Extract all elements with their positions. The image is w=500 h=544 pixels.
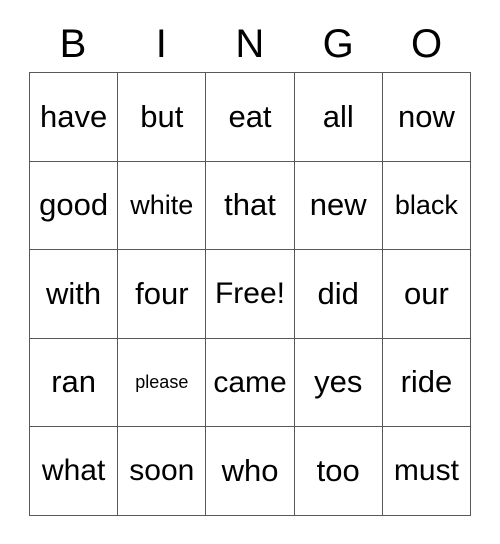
bingo-cell-label: with: [46, 275, 102, 311]
bingo-cell[interactable]: four: [118, 250, 207, 339]
bingo-cell[interactable]: with: [30, 250, 119, 339]
bingo-row: have but eat all now: [30, 73, 472, 162]
bingo-cell-label: please: [135, 372, 189, 393]
bingo-cell[interactable]: new: [294, 161, 383, 251]
bingo-cell-label: must: [393, 454, 459, 488]
bingo-cell[interactable]: have: [30, 73, 119, 162]
bingo-cell[interactable]: did: [294, 250, 383, 339]
bingo-cell[interactable]: that: [206, 161, 295, 251]
bingo-cell-label: now: [397, 98, 455, 134]
bingo-free-space-label: Free!: [214, 277, 286, 311]
bingo-row: good white that new black: [30, 161, 472, 251]
bingo-cell[interactable]: ran: [30, 338, 119, 428]
bingo-cell[interactable]: ride: [382, 338, 472, 428]
bingo-header-letter-o: O: [411, 22, 443, 66]
bingo-cell-label: soon: [129, 454, 195, 488]
bingo-row: what soon who too must: [30, 427, 472, 516]
bingo-grid: have but eat all now good white that new…: [29, 72, 472, 516]
bingo-cell-label: four: [135, 275, 189, 311]
bingo-cell-label: ride: [400, 364, 453, 400]
bingo-cell-label: who: [221, 452, 279, 488]
bingo-cell-label: eat: [228, 98, 272, 134]
bingo-cell-label: our: [404, 275, 449, 311]
bingo-row: with four Free! did our: [30, 250, 472, 339]
bingo-cell[interactable]: eat: [206, 73, 295, 162]
bingo-cell[interactable]: soon: [118, 427, 207, 516]
bingo-cell[interactable]: our: [382, 250, 472, 339]
bingo-cell-label: black: [394, 190, 458, 221]
bingo-cell-free-space[interactable]: Free!: [206, 250, 295, 339]
bingo-cell-label: did: [317, 275, 359, 311]
bingo-cell-label: yes: [314, 364, 363, 400]
bingo-cell[interactable]: must: [382, 427, 472, 516]
bingo-cell-label: too: [316, 452, 360, 488]
bingo-cell[interactable]: too: [294, 427, 383, 516]
bingo-cell[interactable]: good: [30, 161, 119, 251]
bingo-cell[interactable]: what: [30, 427, 119, 516]
bingo-cell-label: that: [224, 187, 276, 223]
bingo-cell-label: good: [39, 187, 109, 223]
bingo-header-letter-i: I: [155, 22, 168, 66]
bingo-card: B I N G O have but eat all now good whit…: [29, 16, 472, 516]
bingo-header-row: B I N G O: [29, 16, 471, 72]
bingo-cell-label: ran: [51, 364, 96, 400]
bingo-cell-label: white: [130, 190, 194, 221]
bingo-cell[interactable]: but: [118, 73, 207, 162]
bingo-header-letter-n: N: [235, 22, 265, 66]
bingo-cell-label: what: [41, 454, 106, 488]
bingo-header-letter-g: G: [322, 22, 355, 66]
bingo-header-letter-b: B: [59, 22, 87, 66]
bingo-cell[interactable]: came: [206, 338, 295, 428]
bingo-cell[interactable]: please: [118, 338, 207, 428]
bingo-cell[interactable]: who: [206, 427, 295, 516]
bingo-cell[interactable]: white: [118, 161, 207, 251]
bingo-cell-label: came: [213, 365, 287, 399]
bingo-cell-label: all: [322, 98, 354, 134]
bingo-cell[interactable]: now: [382, 73, 472, 162]
bingo-cell-label: but: [140, 98, 184, 134]
bingo-cell[interactable]: yes: [294, 338, 383, 428]
bingo-row: ran please came yes ride: [30, 338, 472, 428]
bingo-cell-label: new: [309, 187, 367, 223]
bingo-cell[interactable]: black: [382, 161, 472, 251]
bingo-cell-label: have: [39, 98, 108, 134]
bingo-cell[interactable]: all: [294, 73, 383, 162]
